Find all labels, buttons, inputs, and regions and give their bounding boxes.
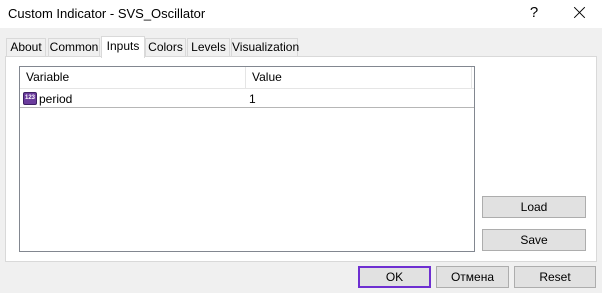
cancel-button[interactable]: Отмена	[436, 266, 509, 288]
custom-indicator-dialog: Custom Indicator - SVS_Oscillator ? Abou…	[0, 0, 602, 293]
help-button[interactable]: ?	[522, 2, 546, 24]
variable-name: period	[39, 92, 73, 106]
inputs-panel: Variable Value 123 period 1 Load Save	[5, 56, 597, 262]
tab-levels[interactable]: Levels	[187, 38, 230, 57]
column-divider-end	[471, 67, 472, 89]
close-icon[interactable]	[566, 2, 592, 24]
tab-colors[interactable]: Colors	[145, 38, 186, 57]
column-header-value[interactable]: Value	[246, 67, 282, 89]
column-header-variable[interactable]: Variable	[20, 67, 69, 89]
save-button[interactable]: Save	[482, 229, 586, 251]
list-header: Variable Value	[20, 67, 474, 89]
variable-value[interactable]: 1	[249, 91, 256, 107]
integer-type-icon: 123	[23, 92, 37, 105]
inputs-list[interactable]: Variable Value 123 period 1	[19, 66, 475, 252]
table-row[interactable]: 123 period 1	[20, 90, 474, 108]
title-bar: Custom Indicator - SVS_Oscillator ?	[0, 0, 602, 28]
tab-visualization[interactable]: Visualization	[231, 38, 299, 57]
tab-inputs[interactable]: Inputs	[101, 36, 145, 58]
load-button[interactable]: Load	[482, 196, 586, 218]
ok-button[interactable]: OK	[358, 266, 431, 288]
tab-common[interactable]: Common	[48, 38, 100, 57]
tab-about[interactable]: About	[6, 38, 46, 57]
reset-button[interactable]: Reset	[514, 266, 596, 288]
window-title: Custom Indicator - SVS_Oscillator	[8, 6, 206, 21]
